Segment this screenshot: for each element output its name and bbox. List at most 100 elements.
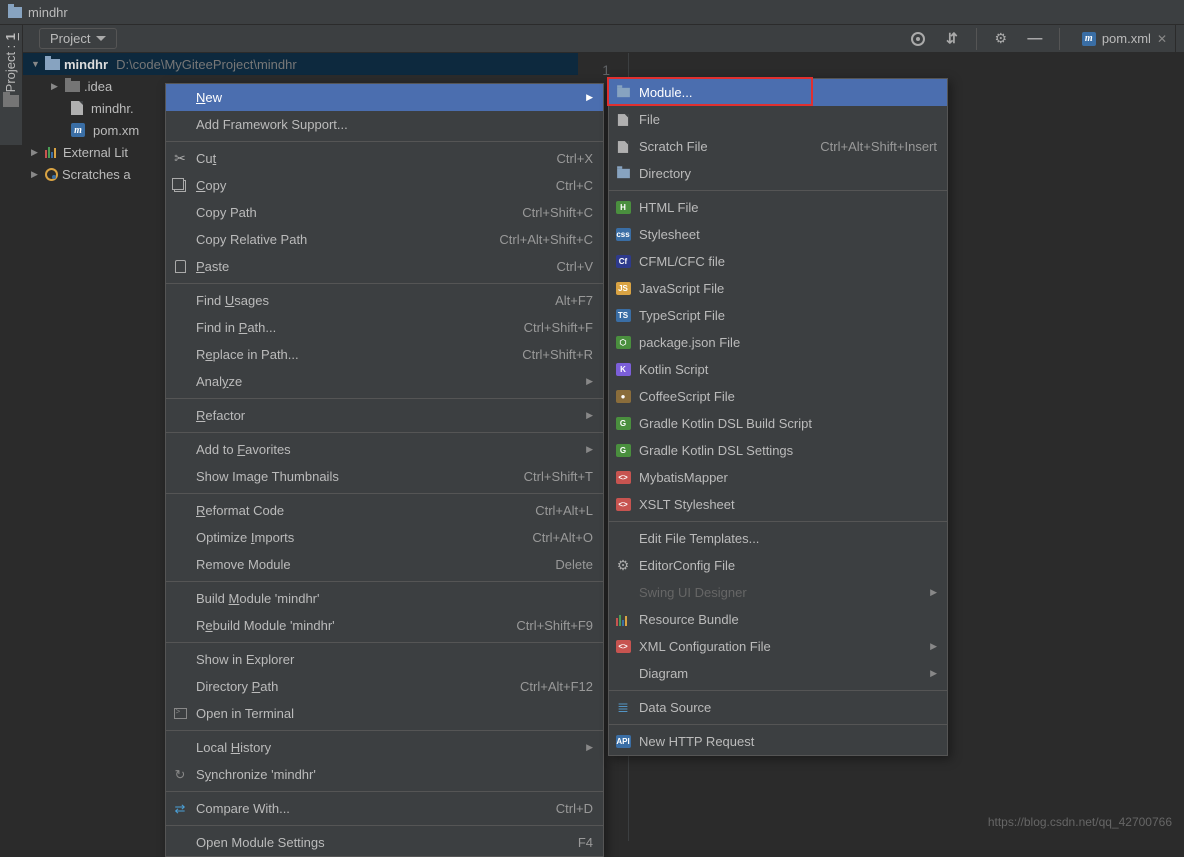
chevron-right-icon[interactable]: ▶ bbox=[51, 81, 61, 92]
badge-icon: K bbox=[615, 362, 631, 378]
menu-item-label: Open Module Settings bbox=[196, 835, 325, 850]
menu-item-label: XML Configuration File bbox=[639, 639, 771, 654]
menu-item[interactable]: CfCFML/CFC file bbox=[609, 248, 947, 275]
menu-item[interactable]: <>XML Configuration File▶ bbox=[609, 633, 947, 660]
menu-item-label: Local History bbox=[196, 740, 271, 755]
menu-item[interactable]: CopyCtrl+C bbox=[166, 172, 603, 199]
file-icon bbox=[71, 101, 83, 115]
menu-item[interactable]: Copy Relative PathCtrl+Alt+Shift+C bbox=[166, 226, 603, 253]
menu-item[interactable]: Optimize Imports Ctrl+Alt+O bbox=[166, 524, 603, 551]
menu-item[interactable]: ↻Synchronize 'mindhr' bbox=[166, 761, 603, 788]
menu-item[interactable]: Add to Favorites▶ bbox=[166, 436, 603, 463]
editor-tab-pom[interactable]: m pom.xml ✕ bbox=[1074, 25, 1176, 53]
menu-item-label: Directory bbox=[639, 166, 691, 181]
chevron-down-icon[interactable]: ▼ bbox=[31, 59, 41, 69]
collapse-all-icon[interactable]: ⇵ bbox=[942, 29, 962, 49]
menu-item[interactable]: Open in Terminal bbox=[166, 700, 603, 727]
shortcut: Ctrl+Alt+O bbox=[532, 530, 593, 545]
menu-item-label: Optimize Imports bbox=[196, 530, 294, 545]
menu-item-label: package.json File bbox=[639, 335, 740, 350]
chevron-right-icon: ▶ bbox=[930, 587, 937, 598]
menu-item[interactable]: ⚙ EditorConfig File bbox=[609, 552, 947, 579]
menu-item[interactable]: PasteCtrl+V bbox=[166, 253, 603, 280]
menu-item-label: EditorConfig File bbox=[639, 558, 735, 573]
menu-item[interactable]: Find UsagesAlt+F7 bbox=[166, 287, 603, 314]
menu-item[interactable]: K Kotlin Script bbox=[609, 356, 947, 383]
menu-item[interactable]: New▶ bbox=[166, 84, 603, 111]
menu-item[interactable]: Show in Explorer bbox=[166, 646, 603, 673]
menu-item[interactable]: Show Image ThumbnailsCtrl+Shift+T bbox=[166, 463, 603, 490]
menu-item[interactable]: Reformat Code Ctrl+Alt+L bbox=[166, 497, 603, 524]
menu-item[interactable]: <>MybatisMapper bbox=[609, 464, 947, 491]
menu-item: Swing UI Designer▶ bbox=[609, 579, 947, 606]
menu-item-label: Find in Path... bbox=[196, 320, 276, 335]
menu-item-label: Paste bbox=[196, 259, 229, 274]
sync-icon: ↻ bbox=[172, 767, 188, 783]
blank-icon bbox=[172, 374, 188, 390]
menu-item[interactable]: Module... bbox=[609, 79, 947, 106]
blank-icon bbox=[172, 117, 188, 133]
maven-icon: m bbox=[71, 123, 85, 137]
menu-item[interactable]: cssStylesheet bbox=[609, 221, 947, 248]
shortcut: Ctrl+X bbox=[557, 151, 593, 166]
tree-root[interactable]: ▼ mindhr D:\code\MyGiteeProject\mindhr bbox=[23, 53, 578, 75]
chevron-right-icon[interactable]: ▶ bbox=[31, 169, 41, 180]
shortcut: Ctrl+Alt+L bbox=[535, 503, 593, 518]
menu-item[interactable]: GGradle Kotlin DSL Build Script bbox=[609, 410, 947, 437]
menu-item[interactable]: APINew HTTP Request bbox=[609, 728, 947, 755]
chevron-right-icon: ▶ bbox=[930, 668, 937, 679]
chevron-right-icon[interactable]: ▶ bbox=[31, 147, 41, 158]
project-tool-window-tab[interactable]: Project : 1 bbox=[0, 25, 21, 100]
menu-item-label: New HTTP Request bbox=[639, 734, 754, 749]
menu-item[interactable]: Add Framework Support... bbox=[166, 111, 603, 138]
menu-item[interactable]: Remove ModuleDelete bbox=[166, 551, 603, 578]
structure-icon[interactable] bbox=[3, 95, 19, 107]
menu-item[interactable]: ●CoffeeScript File bbox=[609, 383, 947, 410]
menu-item[interactable]: Diagram▶ bbox=[609, 660, 947, 687]
menu-item[interactable]: ⬡ package.json File bbox=[609, 329, 947, 356]
blank-icon bbox=[172, 442, 188, 458]
blank-icon bbox=[172, 557, 188, 573]
gear-icon[interactable]: ⚙ bbox=[991, 29, 1011, 49]
menu-item[interactable]: GGradle Kotlin DSL Settings bbox=[609, 437, 947, 464]
menu-item[interactable]: TSTypeScript File bbox=[609, 302, 947, 329]
menu-item[interactable]: <>XSLT Stylesheet bbox=[609, 491, 947, 518]
menu-item[interactable]: Refactor▶ bbox=[166, 402, 603, 429]
blank-icon bbox=[172, 90, 188, 106]
menu-item[interactable]: Build Module 'mindhr' bbox=[166, 585, 603, 612]
shortcut: Ctrl+Shift+C bbox=[522, 205, 593, 220]
menu-item[interactable]: HHTML File bbox=[609, 194, 947, 221]
chevron-right-icon: ▶ bbox=[586, 742, 593, 753]
menu-item[interactable]: Rebuild Module 'mindhr'Ctrl+Shift+F9 bbox=[166, 612, 603, 639]
menu-item[interactable]: ⇄Compare With...Ctrl+D bbox=[166, 795, 603, 822]
menu-item[interactable]: Analyze▶ bbox=[166, 368, 603, 395]
hide-icon[interactable]: — bbox=[1025, 29, 1045, 49]
menu-item-label: Kotlin Script bbox=[639, 362, 708, 377]
menu-item-label: Cut bbox=[196, 151, 216, 166]
menu-item[interactable]: Find in Path...Ctrl+Shift+F bbox=[166, 314, 603, 341]
menu-item[interactable]: JSJavaScript File bbox=[609, 275, 947, 302]
menu-item[interactable]: Resource Bundle bbox=[609, 606, 947, 633]
menu-item[interactable]: Directory PathCtrl+Alt+F12 bbox=[166, 673, 603, 700]
folder-icon bbox=[8, 7, 22, 18]
menu-item[interactable]: ✂CutCtrl+X bbox=[166, 145, 603, 172]
project-view-selector[interactable]: Project bbox=[39, 28, 117, 49]
menu-item[interactable]: Copy PathCtrl+Shift+C bbox=[166, 199, 603, 226]
menu-item[interactable]: Scratch FileCtrl+Alt+Shift+Insert bbox=[609, 133, 947, 160]
close-icon[interactable]: ✕ bbox=[1157, 32, 1167, 46]
menu-item[interactable]: Local History ▶ bbox=[166, 734, 603, 761]
term-icon bbox=[172, 706, 188, 722]
gear-icon: ⚙ bbox=[615, 558, 631, 574]
menu-item[interactable]: Replace in Path...Ctrl+Shift+R bbox=[166, 341, 603, 368]
menu-item[interactable]: File bbox=[609, 106, 947, 133]
badge-icon: TS bbox=[615, 308, 631, 324]
badge-icon: ⬡ bbox=[615, 335, 631, 351]
menu-item[interactable]: Directory bbox=[609, 160, 947, 187]
menu-item[interactable]: Open Module SettingsF4 bbox=[166, 829, 603, 856]
menu-item[interactable]: ≣Data Source bbox=[609, 694, 947, 721]
locate-icon[interactable] bbox=[908, 29, 928, 49]
menu-item[interactable]: Edit File Templates... bbox=[609, 525, 947, 552]
menu-item-label: Module... bbox=[639, 85, 692, 100]
menu-item-label: Open in Terminal bbox=[196, 706, 294, 721]
menu-item-label: Reformat Code bbox=[196, 503, 284, 518]
